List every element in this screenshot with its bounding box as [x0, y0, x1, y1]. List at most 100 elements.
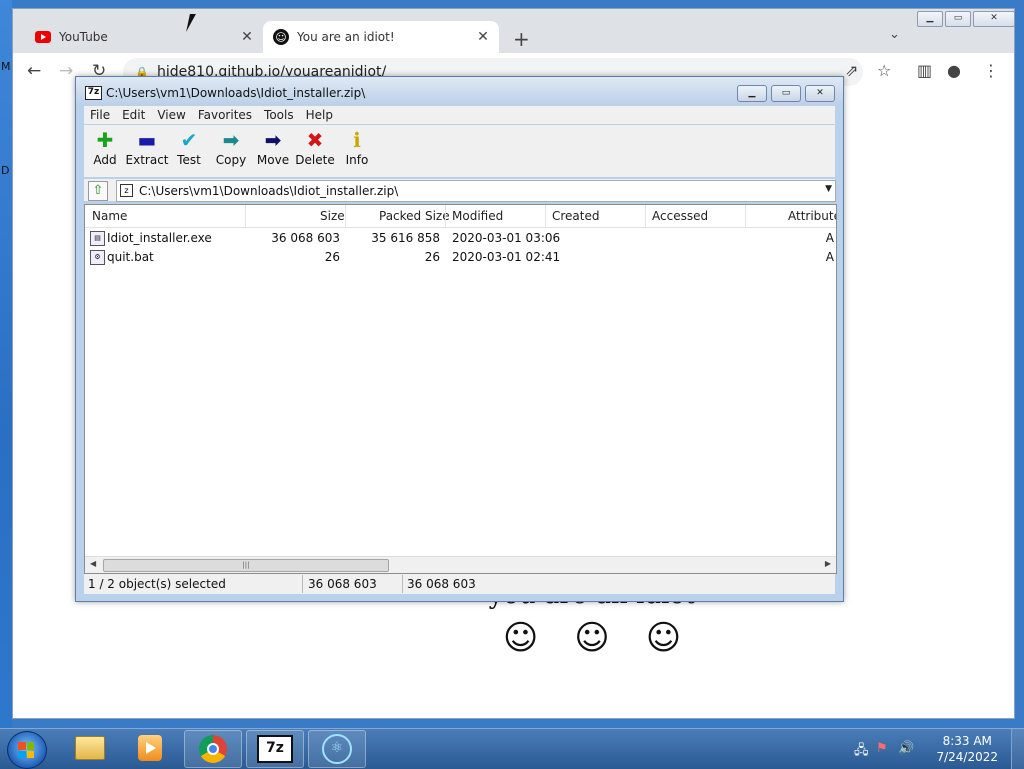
menu-tools[interactable]: Tools — [258, 106, 300, 124]
file-modified: 2020-03-01 03:06 — [452, 231, 561, 245]
column-size[interactable]: Size — [320, 209, 345, 223]
selected-packed-size: 36 068 603 — [407, 577, 476, 591]
dropdown-arrow-icon[interactable]: ▼ — [825, 184, 832, 194]
toolbar: ✚ Add ▬ Extract ✔ Test ➡ Copy ➡ Move ✖ Delete ℹ Info — [84, 125, 835, 177]
start-button[interactable] — [7, 731, 47, 769]
toolbar-button-label: Add — [93, 153, 117, 167]
show-desktop-button[interactable] — [1011, 729, 1024, 769]
scrollbar-thumb[interactable]: ||| — [103, 559, 389, 572]
action-center-flag-icon[interactable]: ⚑ — [876, 741, 888, 756]
back-arrow-icon[interactable]: ← — [27, 61, 41, 81]
file-packed-size: 35 616 858 — [371, 231, 440, 245]
add-button[interactable]: ✚ Add — [84, 125, 126, 177]
minimize-button[interactable]: ▁ — [917, 11, 943, 27]
menu-bar: File Edit View Favorites Tools Help — [84, 106, 835, 124]
file-list: Name Size Packed Size Modified Created A… — [84, 204, 837, 574]
test-icon: ✔ — [180, 128, 198, 152]
smiley-row: ☺ ☺ ☺ — [469, 618, 715, 658]
taskbar-7zip[interactable]: 7z — [246, 730, 304, 768]
status-bar: 1 / 2 object(s) selected 36 068 603 36 0… — [84, 574, 835, 594]
file-size: 26 — [324, 250, 340, 264]
table-row[interactable]: ⚙ quit.bat 26 26 2020-03-01 02:41 A — [85, 248, 836, 267]
path-combobox[interactable]: z C:\Users\vm1\Downloads\Idiot_installer… — [116, 180, 836, 202]
forward-arrow-icon[interactable]: → — [59, 61, 73, 81]
close-tab-icon[interactable]: ✕ — [473, 29, 493, 45]
column-header-row: Name Size Packed Size Modified Created A… — [85, 205, 836, 228]
scroll-left-arrow-icon[interactable]: ◀ — [90, 559, 96, 568]
sevenzip-window: 7z C:\Users\vm1\Downloads\Idiot_installe… — [75, 76, 844, 602]
new-tab-button[interactable]: + — [513, 27, 530, 51]
copy-icon: ➡ — [222, 128, 240, 152]
tab-you-are-an-idiot[interactable]: ☺ You are an idiot! ✕ — [263, 21, 499, 53]
scroll-right-arrow-icon[interactable]: ▶ — [825, 559, 831, 568]
menu-edit[interactable]: Edit — [116, 106, 151, 124]
clock[interactable]: 8:33 AM 7/24/2022 — [936, 733, 998, 765]
share-icon[interactable]: ⇗ — [845, 61, 858, 80]
test-button[interactable]: ✔ Test — [168, 125, 210, 177]
bookmark-star-icon[interactable]: ☆ — [877, 61, 891, 80]
atom-icon: ⚛ — [322, 734, 352, 764]
column-created[interactable]: Created — [552, 209, 600, 223]
toolbar-button-label: Test — [177, 153, 201, 167]
move-icon: ➡ — [264, 128, 282, 152]
desktop-icon-label: M — [1, 60, 11, 73]
selected-size: 36 068 603 — [308, 577, 377, 591]
close-window-button[interactable]: ✕ — [973, 11, 1015, 27]
minimize-button[interactable]: ▁ — [737, 85, 767, 102]
toolbar-button-label: Move — [256, 153, 290, 167]
move-button[interactable]: ➡ Move — [252, 125, 294, 177]
column-packed-size[interactable]: Packed Size — [379, 209, 450, 223]
chrome-icon — [199, 735, 227, 763]
table-row[interactable]: ▤ Idiot_installer.exe 36 068 603 35 616 … — [85, 229, 836, 248]
tab-title: You are an idiot! — [297, 30, 395, 44]
toolbar-button-label: Info — [345, 153, 369, 167]
menu-view[interactable]: View — [151, 106, 191, 124]
clock-time: 8:33 AM — [942, 734, 992, 748]
menu-file[interactable]: File — [84, 106, 116, 124]
menu-help[interactable]: Help — [300, 106, 339, 124]
menu-kebab-icon[interactable]: ⋮ — [983, 61, 999, 80]
toolbar-button-label: Copy — [215, 153, 247, 167]
delete-button[interactable]: ✖ Delete — [294, 125, 336, 177]
taskbar-chrome[interactable] — [184, 730, 242, 768]
selection-status: 1 / 2 object(s) selected — [88, 577, 226, 591]
address-row: ⇧ z C:\Users\vm1\Downloads\Idiot_install… — [84, 179, 836, 202]
close-window-button[interactable]: ✕ — [805, 85, 835, 102]
volume-icon[interactable]: 🔊 — [898, 741, 914, 756]
column-modified[interactable]: Modified — [452, 209, 503, 223]
up-folder-icon[interactable]: ⇧ — [88, 181, 108, 201]
tab-search-chevron-icon[interactable]: ⌄ — [889, 27, 900, 42]
menu-favorites[interactable]: Favorites — [192, 106, 258, 124]
exe-file-icon: ▤ — [90, 231, 105, 246]
sevenzip-app-icon: 7z — [85, 86, 102, 100]
network-icon[interactable]: 🖧 — [854, 741, 869, 763]
extract-button[interactable]: ▬ Extract — [126, 125, 169, 177]
horizontal-scrollbar[interactable]: ◀ ||| ▶ — [85, 556, 836, 573]
sevenzip-icon: 7z — [257, 735, 293, 763]
desktop-icon-label: D — [1, 164, 10, 177]
taskbar-electron-app[interactable]: ⚛ — [308, 730, 366, 768]
close-tab-icon[interactable]: ✕ — [237, 29, 257, 45]
file-attributes: A — [825, 250, 834, 264]
sevenzip-titlebar[interactable]: 7z C:\Users\vm1\Downloads\Idiot_installe… — [76, 77, 843, 105]
maximize-button[interactable]: ▭ — [945, 11, 971, 27]
profile-avatar-icon[interactable]: ● — [947, 61, 961, 80]
taskbar-explorer[interactable] — [62, 730, 118, 766]
column-accessed[interactable]: Accessed — [652, 209, 708, 223]
delete-icon: ✖ — [306, 128, 324, 152]
file-name: quit.bat — [107, 250, 154, 264]
smiley-face-icon: ☺ — [574, 618, 610, 658]
taskbar-media-player[interactable] — [122, 730, 178, 766]
column-attributes[interactable]: Attribute — [788, 209, 836, 223]
media-player-icon — [138, 735, 162, 761]
window-title: C:\Users\vm1\Downloads\Idiot_installer.z… — [106, 86, 366, 100]
info-icon: ℹ — [353, 128, 361, 152]
column-name[interactable]: Name — [92, 209, 127, 223]
copy-button[interactable]: ➡ Copy — [210, 125, 252, 177]
maximize-button[interactable]: ▭ — [771, 85, 801, 102]
side-panel-icon[interactable]: ▥ — [917, 61, 932, 80]
toolbar-button-label: Delete — [295, 153, 335, 167]
tab-youtube[interactable]: YouTube ✕ — [25, 21, 263, 53]
info-button[interactable]: ℹ Info — [336, 125, 378, 177]
file-attributes: A — [825, 231, 834, 245]
